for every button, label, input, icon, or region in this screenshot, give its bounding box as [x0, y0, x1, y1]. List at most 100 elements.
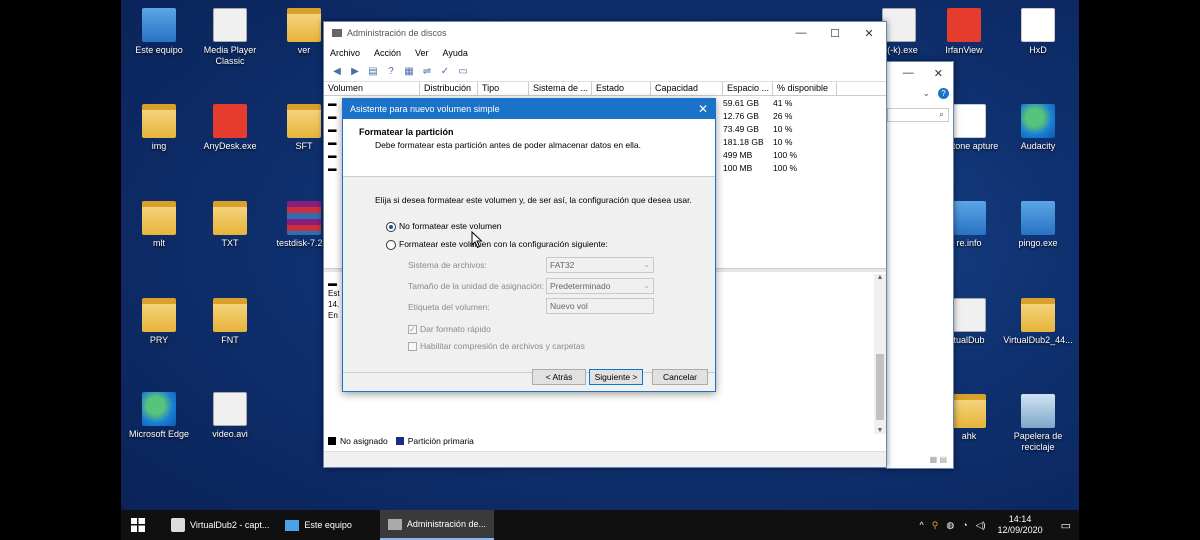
folder-icon	[142, 298, 176, 332]
wifi-icon[interactable]: ◔	[962, 520, 967, 530]
exe-info-icon	[952, 201, 986, 235]
mouse-cursor-icon	[471, 231, 483, 249]
wizard-body: Elija si desea formatear este volumen y,…	[343, 177, 715, 373]
volume-icon[interactable]: ◁)	[976, 520, 986, 531]
menu-ayuda[interactable]: Ayuda	[443, 48, 468, 58]
radio-no-format[interactable]: No formatear este volumen	[386, 221, 502, 232]
search-box[interactable]: ⌕	[887, 108, 949, 122]
new-volume-wizard-dialog: Asistente para nuevo volumen simple ✕ Fo…	[342, 98, 716, 392]
desktop-icon-anydesk[interactable]: AnyDesk.exe	[192, 104, 268, 152]
close-icon[interactable]: ✕	[934, 67, 943, 80]
help-icon[interactable]: ?	[938, 87, 949, 99]
desktop-icon-video-avi[interactable]: video.avi	[192, 392, 268, 440]
col-distribucion[interactable]: Distribución	[420, 82, 478, 95]
menu-accion[interactable]: Acción	[374, 48, 401, 58]
tray-app-icon[interactable]: ◍	[946, 520, 954, 531]
start-button[interactable]	[121, 510, 155, 540]
scroll-down-icon[interactable]: ▼	[874, 427, 886, 434]
taskbar-item-disk-mgmt[interactable]: Administración de...	[379, 510, 494, 540]
taskbar-item-este-equipo[interactable]: Este equipo	[277, 510, 360, 540]
video-file-icon	[213, 392, 247, 426]
chevron-up-icon[interactable]: ^	[920, 520, 924, 530]
volume-label-label: Etiqueta del volumen:	[408, 302, 490, 312]
search-tray-icon[interactable]: ⚲	[932, 520, 939, 531]
notifications-icon[interactable]: ▭	[1061, 519, 1071, 532]
close-button[interactable]: ✕	[691, 102, 715, 116]
connect-icon[interactable]: ⇌	[420, 66, 434, 78]
minimize-button[interactable]: —	[784, 27, 818, 40]
volume-label-input[interactable]: Nuevo vol	[546, 298, 654, 314]
col-estado[interactable]: Estado	[592, 82, 651, 95]
wizard-heading: Formatear la partición	[359, 127, 454, 137]
col-sistema[interactable]: Sistema de ...	[529, 82, 592, 95]
chevron-down-icon[interactable]: ⌄	[922, 88, 930, 99]
quick-format-checkbox[interactable]: ✓ Dar formato rápido	[408, 324, 491, 335]
radio-unselected-icon[interactable]	[386, 239, 396, 250]
forward-arrow-icon[interactable]: ▶	[348, 66, 362, 78]
radio-selected-icon[interactable]	[386, 221, 396, 232]
col-espacio[interactable]: Espacio ...	[723, 82, 773, 95]
col-volumen[interactable]: Volumen	[324, 82, 420, 95]
windows-logo-icon	[131, 518, 145, 532]
desktop-icon-microsoft-edge[interactable]: Microsoft Edge	[121, 392, 197, 440]
desktop-icon-recycle-bin[interactable]: Papelera de reciclaje	[1000, 394, 1076, 453]
wizard-header: Formatear la partición Debe formatear es…	[343, 119, 715, 177]
desktop-icon-mlt[interactable]: mlt	[121, 201, 197, 249]
close-button[interactable]: ✕	[852, 27, 886, 40]
disk-mgmt-icon	[387, 518, 402, 530]
scroll-up-icon[interactable]: ▲	[874, 274, 886, 281]
anydesk-icon	[213, 104, 247, 138]
panel-icon[interactable]: ▭	[456, 66, 470, 78]
desktop-icon-fnt[interactable]: FNT	[192, 298, 268, 346]
minimize-icon[interactable]: —	[903, 67, 914, 79]
desktop-icon-hxd[interactable]: HxD	[1000, 8, 1076, 56]
taskbar-item-virtualdub2[interactable]: VirtualDub2 - capt...	[163, 510, 277, 540]
desktop-icon-pingo[interactable]: pingo.exe	[1000, 201, 1076, 249]
desktop-icon-audacity[interactable]: Audacity	[1000, 104, 1076, 152]
clock[interactable]: 14:14 12/09/2020	[998, 514, 1043, 536]
help-icon[interactable]: ?	[384, 66, 398, 78]
back-button[interactable]: < Atrás	[532, 369, 586, 385]
wizard-titlebar: Asistente para nuevo volumen simple ✕	[343, 99, 715, 119]
maximize-button[interactable]: ☐	[818, 27, 852, 40]
properties-icon[interactable]: ▦	[402, 66, 416, 78]
menu-bar: Archivo Acción Ver Ayuda	[324, 44, 886, 62]
faststone-icon	[952, 104, 986, 138]
radio-format[interactable]: Formatear este volumen con la configurac…	[386, 239, 608, 250]
col-tipo[interactable]: Tipo	[478, 82, 529, 95]
desktop-icon-virtualdub2[interactable]: VirtualDub2_44...	[1000, 298, 1076, 346]
list-view-icon[interactable]: ▤	[366, 66, 380, 78]
check-icon[interactable]: ✓	[438, 66, 452, 78]
desktop-icon-media-player-classic[interactable]: Media Player Classic	[192, 8, 268, 67]
desktop-icon-este-equipo[interactable]: Este equipo	[121, 8, 197, 56]
col-capacidad[interactable]: Capacidad	[651, 82, 723, 95]
desktop-icon-img[interactable]: img	[121, 104, 197, 152]
folder-icon	[142, 104, 176, 138]
menu-archivo[interactable]: Archivo	[330, 48, 360, 58]
menu-ver[interactable]: Ver	[415, 48, 429, 58]
alloc-select[interactable]: Predeterminado ⌄	[546, 278, 654, 294]
compression-checkbox[interactable]: Habilitar compresión de archivos y carpe…	[408, 341, 585, 352]
view-toggle-icon[interactable]: ▦ ▤	[930, 455, 947, 464]
back-arrow-icon[interactable]: ◀	[330, 66, 344, 78]
next-button[interactable]: Siguiente >	[589, 369, 643, 385]
wizard-subheading: Debe formatear esta partición antes de p…	[375, 140, 642, 150]
audacity-icon	[1021, 104, 1055, 138]
wizard-prompt: Elija si desea formatear este volumen y,…	[375, 195, 692, 205]
alloc-label: Tamaño de la unidad de asignación:	[408, 281, 545, 291]
taskbar: VirtualDub2 - capt... Este equipo Admini…	[121, 510, 1079, 540]
fs-select[interactable]: FAT32 ⌄	[546, 257, 654, 273]
cancel-button[interactable]: Cancelar	[652, 369, 708, 385]
wizard-footer: < Atrás Siguiente > Cancelar	[343, 369, 715, 391]
checkbox-checked-icon[interactable]: ✓	[408, 325, 417, 335]
checkbox-unchecked-icon[interactable]	[408, 342, 417, 352]
vertical-scrollbar[interactable]: ▲ ▼	[874, 274, 886, 434]
desktop-icon-txt[interactable]: TXT	[192, 201, 268, 249]
col-disponible[interactable]: % disponible	[773, 82, 837, 95]
computer-icon	[285, 519, 300, 531]
scroll-thumb[interactable]	[876, 354, 884, 420]
desktop-icon-irfanview[interactable]: IrfanView	[926, 8, 1002, 56]
desktop-icon-pry[interactable]: PRY	[121, 298, 197, 346]
desktop: Este equipo Media Player Classic ver img…	[121, 0, 1079, 540]
edge-icon	[142, 392, 176, 426]
